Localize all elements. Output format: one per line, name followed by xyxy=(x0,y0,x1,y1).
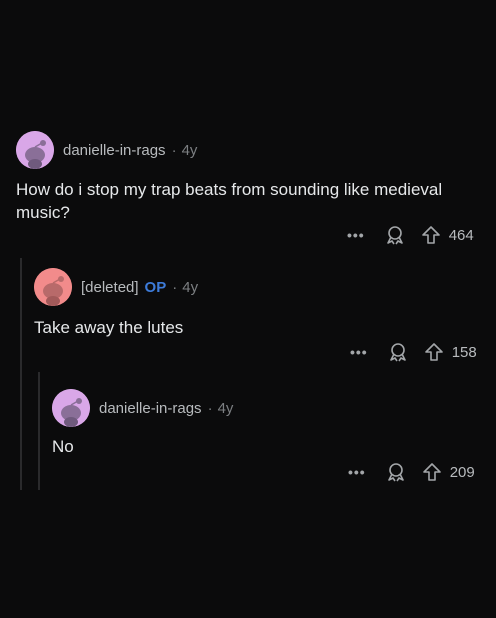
comment-actions: ••• 209 xyxy=(348,462,475,482)
avatar[interactable] xyxy=(34,268,72,306)
username[interactable]: danielle-in-rags xyxy=(63,142,166,159)
award-icon[interactable] xyxy=(386,462,406,482)
comment-header: danielle-in-rags · 4y xyxy=(52,389,472,427)
more-options-icon[interactable]: ••• xyxy=(348,464,366,480)
thread-line-1[interactable] xyxy=(20,258,22,490)
upvote-arrow-icon[interactable] xyxy=(424,342,444,362)
snoo-avatar-icon xyxy=(16,131,54,169)
vote-count: 209 xyxy=(449,463,475,481)
vote-count: 158 xyxy=(451,343,477,361)
award-icon[interactable] xyxy=(388,342,408,362)
op-badge: OP xyxy=(144,278,167,296)
thread-line-2[interactable] xyxy=(38,372,40,490)
more-options-icon[interactable]: ••• xyxy=(347,227,365,243)
comment-1: danielle-in-rags · 4y How do i stop my t… xyxy=(16,131,476,224)
username[interactable]: danielle-in-rags xyxy=(99,400,202,417)
separator-dot: · xyxy=(171,141,177,159)
comment-header: [deleted] OP · 4y xyxy=(34,268,474,306)
comment-header: danielle-in-rags · 4y xyxy=(16,131,476,169)
snoo-avatar-icon xyxy=(34,268,72,306)
separator-dot: · xyxy=(207,399,213,417)
comment-2: [deleted] OP · 4y Take away the lutes xyxy=(34,268,474,339)
comment-actions: ••• 158 xyxy=(350,342,477,362)
username[interactable]: [deleted] xyxy=(81,279,139,296)
comment-actions: ••• 464 xyxy=(347,225,474,245)
avatar[interactable] xyxy=(16,131,54,169)
snoo-avatar-icon xyxy=(52,389,90,427)
avatar[interactable] xyxy=(52,389,90,427)
comment-body: Take away the lutes xyxy=(34,318,184,337)
comment-body: How do i stop my trap beats from soundin… xyxy=(16,180,443,222)
upvote-arrow-icon[interactable] xyxy=(421,225,441,245)
comment-body: No xyxy=(52,437,74,456)
comment-age: 4y xyxy=(217,399,234,417)
separator-dot: · xyxy=(172,278,178,296)
more-options-icon[interactable]: ••• xyxy=(350,344,368,360)
upvote-arrow-icon[interactable] xyxy=(422,462,442,482)
comment-age: 4y xyxy=(181,141,198,159)
comment-3: danielle-in-rags · 4y No xyxy=(52,389,472,458)
award-icon[interactable] xyxy=(385,225,405,245)
vote-count: 464 xyxy=(448,226,474,244)
comment-age: 4y xyxy=(182,278,199,296)
